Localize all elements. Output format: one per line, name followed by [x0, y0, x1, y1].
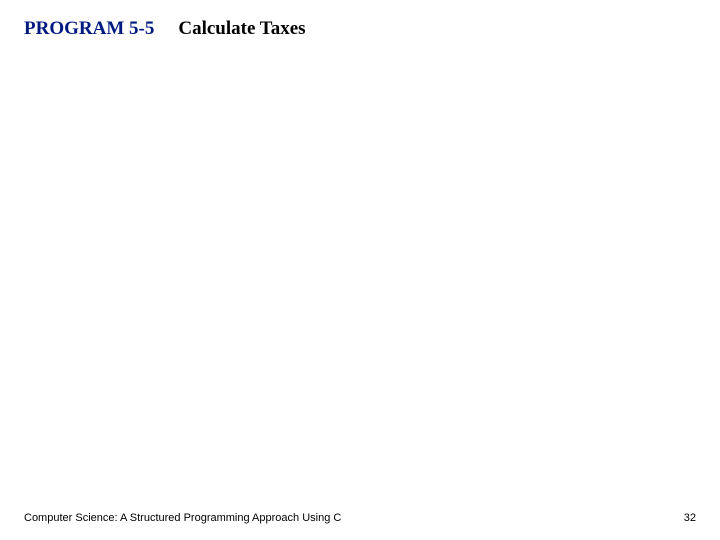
- footer-book-title: Computer Science: A Structured Programmi…: [24, 512, 341, 524]
- footer-page-number: 32: [684, 512, 696, 524]
- slide-footer: Computer Science: A Structured Programmi…: [24, 512, 696, 524]
- program-label: PROGRAM 5-5: [24, 18, 154, 40]
- slide-header: PROGRAM 5-5 Calculate Taxes: [24, 18, 306, 40]
- program-title: Calculate Taxes: [178, 18, 305, 40]
